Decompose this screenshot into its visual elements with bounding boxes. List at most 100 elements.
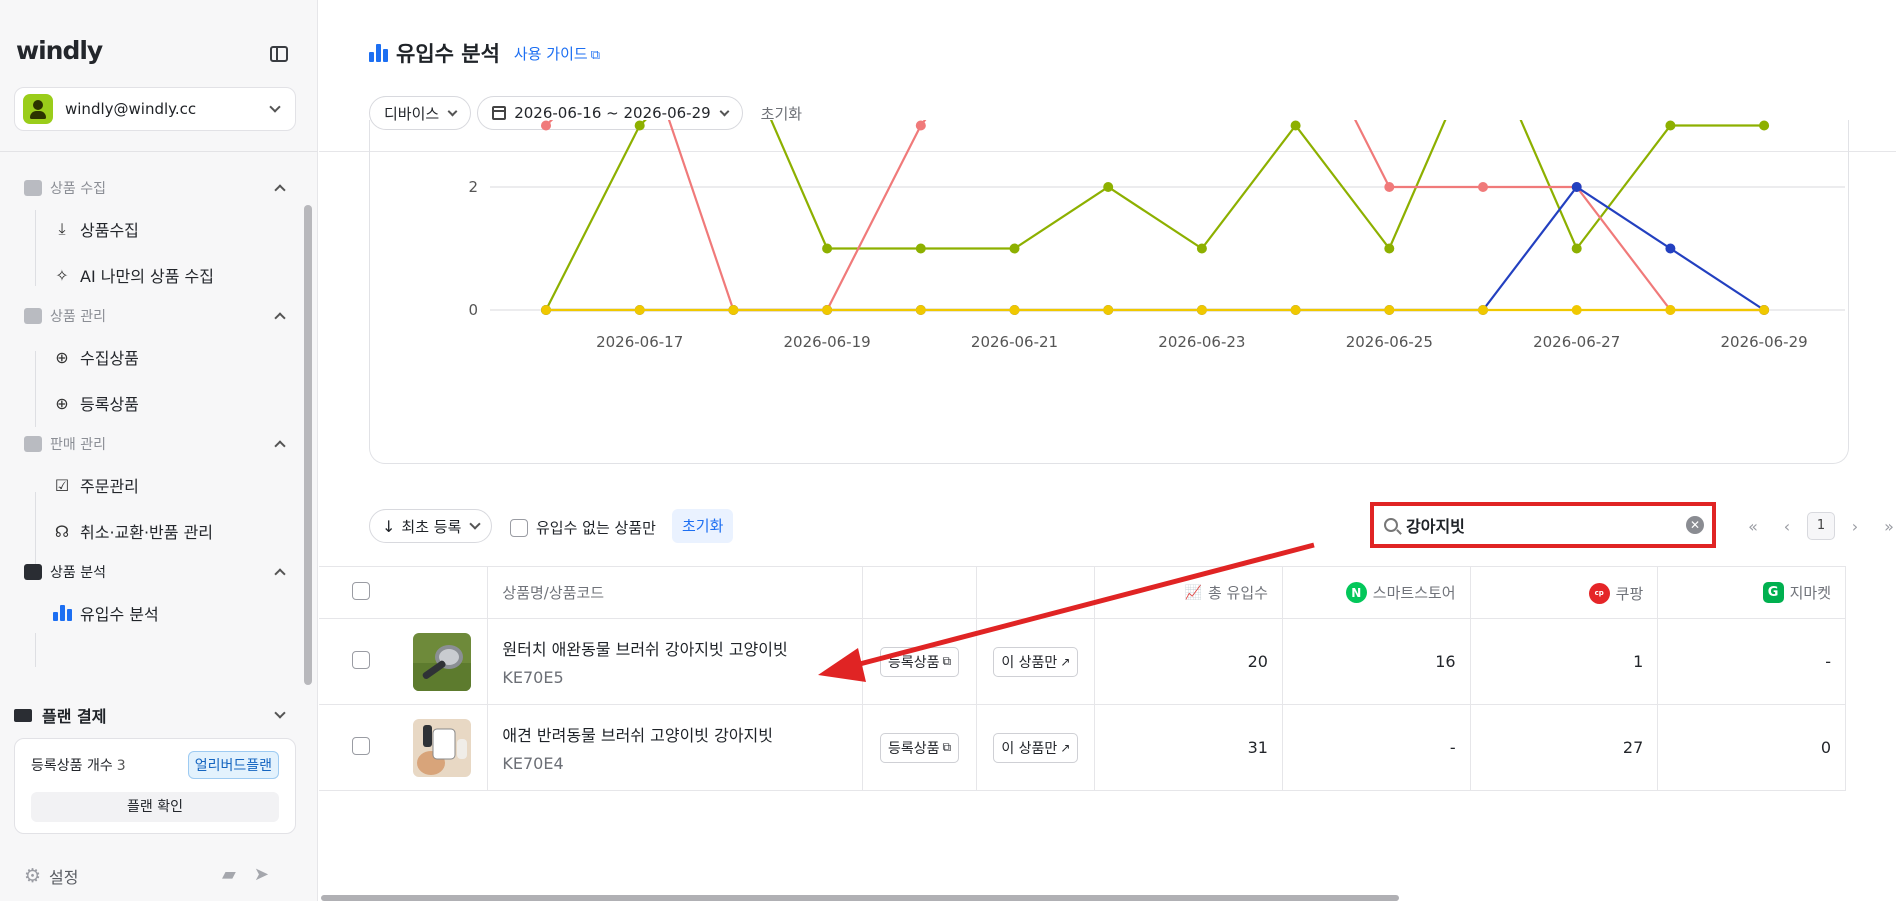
arrow-up-circle-icon: ⊕: [55, 393, 69, 413]
search-icon: [1384, 518, 1398, 532]
no-inflow-filter[interactable]: 유입수 없는 상품만: [510, 517, 656, 538]
no-inflow-label: 유입수 없는 상품만: [536, 519, 656, 537]
chat-icon[interactable]: ▰: [222, 864, 254, 885]
data-point: [822, 243, 833, 254]
clipboard-icon: [24, 564, 42, 580]
sidebar-collapse-icon[interactable]: [270, 46, 288, 62]
chevron-down-icon: [269, 101, 281, 113]
product-thumbnail[interactable]: [412, 718, 471, 777]
row-checkbox[interactable]: [351, 650, 370, 669]
user-avatar-icon: [23, 94, 53, 124]
header-coupang-label: 쿠팡: [1615, 584, 1644, 603]
current-page[interactable]: 1: [1807, 512, 1835, 540]
table-reset-button[interactable]: 초기화: [672, 509, 734, 543]
first-page-icon[interactable]: «: [1736, 517, 1770, 536]
nav-section-manage[interactable]: 상품 관리: [0, 298, 300, 334]
total-inflow: 31: [1094, 704, 1283, 791]
plan-section-toggle[interactable]: 플랜 결제: [14, 700, 300, 730]
registered-product-button[interactable]: 등록상품 ⧉: [880, 732, 960, 763]
inflow-chart-card: 0 2 2026-06-17 2026-06-19 2026-06-21 2026-06-…: [369, 120, 1849, 464]
credit-card-icon: [14, 708, 32, 722]
settings-label: 설정: [49, 868, 79, 887]
sidebar-item-collected[interactable]: ⊕ 수집상품: [0, 334, 300, 380]
section-label: 상품 수집: [50, 181, 106, 197]
account-selector[interactable]: windly@windly.cc: [14, 87, 296, 131]
product-search[interactable]: ✕: [1370, 502, 1716, 548]
next-page-icon[interactable]: ›: [1838, 517, 1872, 536]
data-point: [541, 305, 551, 315]
registered-btn-cell: 등록상품 ⧉: [862, 704, 978, 791]
search-input[interactable]: [1406, 515, 1686, 535]
data-point: [1384, 305, 1395, 315]
chevron-up-icon: [274, 440, 286, 452]
header-gmarket-label: 지마켓: [1789, 584, 1831, 602]
data-point: [728, 305, 739, 315]
send-icon[interactable]: ➤: [254, 864, 287, 885]
y-tick-label: 0: [468, 301, 478, 319]
header-total[interactable]: 📈 총 유입수: [1094, 566, 1283, 619]
series-line: [545, 120, 1765, 312]
external-link-icon: ⧉: [942, 740, 952, 754]
usage-guide-link[interactable]: 사용 가이드 ⧉: [514, 43, 600, 64]
x-tick-label: 2026-06-19: [784, 333, 871, 351]
nav-section-analysis[interactable]: 상품 분석: [0, 554, 300, 590]
header-coupang[interactable]: cp 쿠팡: [1470, 566, 1659, 619]
bar-chart-icon: [52, 603, 72, 623]
table-row[interactable]: 원터치 애완동물 브러쉬 강아지빗 고양이빗 KE70E5 등록상품 ⧉ 이 상품…: [319, 618, 1846, 705]
header-blank: [862, 566, 978, 619]
prev-page-icon[interactable]: ‹: [1770, 517, 1804, 536]
tree-line: [35, 351, 36, 427]
coupang-inflow: 1: [1470, 618, 1659, 705]
clear-icon[interactable]: ✕: [1686, 516, 1704, 534]
tree-line: [35, 210, 36, 286]
horizontal-scrollbar[interactable]: [321, 895, 1399, 901]
only-this-product-button[interactable]: 이 상품만 ↗: [993, 732, 1079, 763]
store-icon: [24, 436, 42, 452]
last-page-icon[interactable]: »: [1872, 517, 1896, 536]
only-this-product-button[interactable]: 이 상품만 ↗: [993, 646, 1079, 677]
data-point: [1290, 120, 1301, 131]
sidebar-item-orders[interactable]: ☑ 주문관리: [0, 462, 300, 508]
nav-section-collect[interactable]: 상품 수집: [0, 170, 300, 206]
select-all-checkbox[interactable]: [351, 581, 370, 600]
data-point: [1478, 182, 1488, 192]
header-smartstore-label: 스마트스토어: [1372, 584, 1456, 602]
only-this-product-label: 이 상품만: [1001, 654, 1058, 671]
data-point: [1665, 305, 1676, 315]
sidebar-scrollbar[interactable]: [304, 205, 312, 685]
sidebar-item-registered[interactable]: ⊕ 등록상품: [0, 380, 300, 426]
registered-product-button[interactable]: 등록상품 ⧉: [880, 646, 960, 677]
only-btn-cell: 이 상품만 ↗: [976, 618, 1096, 705]
no-inflow-checkbox[interactable]: [510, 518, 528, 537]
sidebar-item-returns[interactable]: ☊ 취소·교환·반품 관리: [0, 508, 300, 554]
nav-section-sales[interactable]: 판매 관리: [0, 426, 300, 462]
data-point: [1103, 182, 1114, 192]
product-thumbnail-cell: [380, 618, 489, 705]
table-row[interactable]: 애견 반려동물 브러쉬 고양이빗 강아지빗 KE70E4 등록상품 ⧉ 이 상품만…: [319, 704, 1846, 791]
pagination: « ‹ 1 › »: [1736, 509, 1896, 543]
coupang-icon: cp: [1588, 582, 1610, 604]
sidebar-item-inflow-analysis[interactable]: 유입수 분석: [0, 590, 300, 636]
product-thumbnail[interactable]: [412, 632, 471, 691]
windly-logo[interactable]: windly: [16, 36, 103, 65]
plan-box: 등록상품 개수 3 얼리버드플랜 플랜 확인: [14, 738, 296, 834]
product-code: KE70E4: [502, 754, 564, 773]
header-smartstore[interactable]: N 스마트스토어: [1282, 566, 1471, 619]
sort-dropdown[interactable]: ↓ 최초 등록: [369, 509, 493, 543]
sidebar-item-collect[interactable]: ⤓ 상품수집: [0, 206, 300, 252]
row-checkbox[interactable]: [351, 736, 370, 755]
smartstore-icon: N: [1345, 582, 1367, 603]
sidebar-item-ai-collect[interactable]: ✧ AI 나만의 상품 수집: [0, 252, 300, 298]
plan-check-button[interactable]: 플랜 확인: [31, 792, 279, 822]
settings-link[interactable]: ⚙ 설정: [24, 864, 79, 888]
header-gmarket[interactable]: G 지마켓: [1657, 566, 1846, 619]
products-table: 상품명/상품코드 📈 총 유입수 N 스마트스토어 cp 쿠팡 G 지마켓 원터…: [319, 566, 1846, 791]
section-label: 상품 분석: [50, 565, 106, 581]
registered-count-value: 3: [116, 758, 126, 774]
sidebar-item-label: AI 나만의 상품 수집: [80, 267, 214, 286]
table-toolbar: ↓ 최초 등록 유입수 없는 상품만 초기화 ✕ « ‹ 1 › »: [369, 502, 1894, 548]
product-name[interactable]: 원터치 애완동물 브러쉬 강아지빗 고양이빗: [502, 636, 861, 660]
data-point: [1759, 305, 1770, 315]
registered-btn-cell: 등록상품 ⧉: [862, 618, 978, 705]
product-name[interactable]: 애견 반려동물 브러쉬 고양이빗 강아지빗: [502, 722, 861, 746]
